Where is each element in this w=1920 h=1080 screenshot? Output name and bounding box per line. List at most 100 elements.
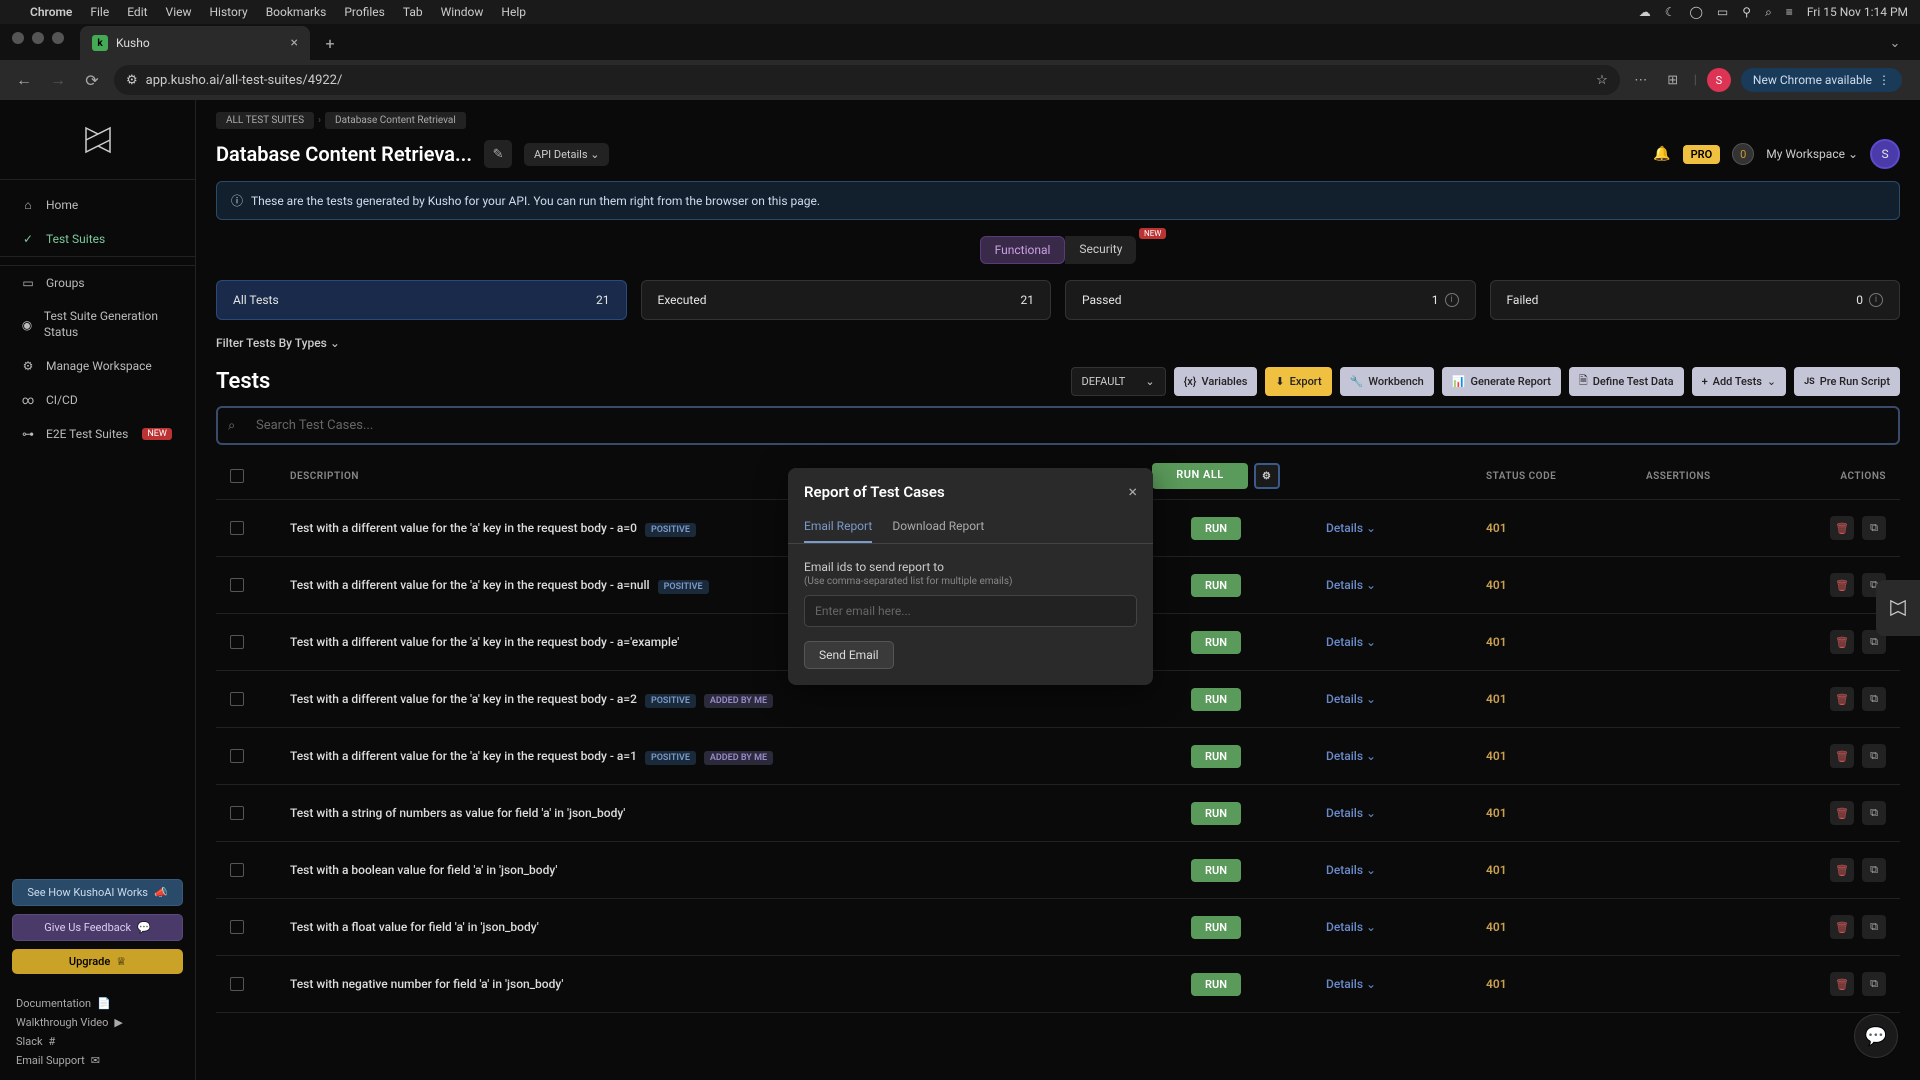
run-button[interactable]: RUN — [1191, 574, 1241, 597]
tab-overflow-icon[interactable]: ⌄ — [1880, 29, 1910, 57]
run-button[interactable]: RUN — [1191, 631, 1241, 654]
details-link[interactable]: Details ⌄ — [1326, 749, 1376, 763]
run-settings-button[interactable]: ⚙ — [1254, 463, 1280, 489]
copy-button[interactable]: ⧉ — [1862, 516, 1886, 540]
email-input[interactable] — [804, 595, 1137, 627]
sidebar-item-manage-workspace[interactable]: ⚙Manage Workspace — [0, 349, 195, 383]
delete-button[interactable]: 🗑 — [1830, 858, 1854, 882]
details-link[interactable]: Details ⌄ — [1326, 806, 1376, 820]
control-center-icon[interactable]: ≡ — [1786, 5, 1793, 19]
footer-video[interactable]: Walkthrough Video ▶ — [16, 1013, 179, 1032]
row-checkbox[interactable] — [230, 806, 244, 820]
menu-window[interactable]: Window — [441, 5, 484, 19]
row-checkbox[interactable] — [230, 863, 244, 877]
reload-button[interactable]: ⟳ — [80, 68, 104, 92]
stat-executed[interactable]: Executed21 — [641, 280, 1052, 320]
intercom-chat-button[interactable]: 💬 — [1854, 1014, 1898, 1058]
extensions-icon[interactable]: ⊞ — [1662, 69, 1684, 91]
details-link[interactable]: Details ⌄ — [1326, 920, 1376, 934]
send-email-button[interactable]: Send Email — [804, 641, 894, 669]
bell-icon[interactable]: 🔔 — [1653, 146, 1670, 162]
profile-avatar[interactable]: S — [1707, 68, 1731, 92]
row-checkbox[interactable] — [230, 692, 244, 706]
modal-tab-email[interactable]: Email Report — [804, 511, 872, 543]
promo-upgrade[interactable]: Upgrade♕ — [12, 949, 183, 974]
run-button[interactable]: RUN — [1191, 916, 1241, 939]
copy-button[interactable]: ⧉ — [1862, 915, 1886, 939]
sidebar-item-generation-status[interactable]: ◉Test Suite Generation Status — [0, 300, 195, 349]
delete-button[interactable]: 🗑 — [1830, 915, 1854, 939]
define-test-data-button[interactable]: 🗎Define Test Data — [1569, 367, 1684, 396]
generate-report-button[interactable]: 📊Generate Report — [1442, 367, 1561, 396]
sidebar-item-groups[interactable]: ▭Groups — [0, 266, 195, 300]
row-checkbox[interactable] — [230, 635, 244, 649]
bookmark-star-icon[interactable]: ☆ — [1596, 73, 1608, 88]
cloud-icon[interactable]: ☁ — [1639, 5, 1651, 19]
delete-button[interactable]: 🗑 — [1830, 972, 1854, 996]
sidebar-item-e2e[interactable]: ⊶E2E Test SuitesNEW — [0, 417, 195, 451]
modal-tab-download[interactable]: Download Report — [892, 511, 984, 543]
details-link[interactable]: Details ⌄ — [1326, 521, 1376, 535]
copy-button[interactable]: ⧉ — [1862, 744, 1886, 768]
address-bar[interactable]: ⚙ app.kusho.ai/all-test-suites/4922/ ☆ — [114, 65, 1620, 95]
row-checkbox[interactable] — [230, 521, 244, 535]
info-icon[interactable]: i — [1445, 293, 1459, 307]
run-button[interactable]: RUN — [1191, 973, 1241, 996]
workbench-button[interactable]: 🔧Workbench — [1340, 367, 1434, 396]
details-link[interactable]: Details ⌄ — [1326, 977, 1376, 991]
run-button[interactable]: RUN — [1191, 745, 1241, 768]
api-details-button[interactable]: API Details ⌄ — [524, 143, 609, 166]
promo-feedback[interactable]: Give Us Feedback💬 — [12, 914, 183, 941]
pre-run-script-button[interactable]: JSPre Run Script — [1794, 367, 1900, 396]
run-button[interactable]: RUN — [1191, 517, 1241, 540]
credits-badge[interactable]: 0 — [1732, 143, 1754, 165]
menu-tab[interactable]: Tab — [403, 5, 423, 19]
copy-button[interactable]: ⧉ — [1862, 687, 1886, 711]
tab-functional[interactable]: Functional — [980, 236, 1066, 264]
close-tab-icon[interactable]: × — [291, 35, 298, 51]
moon-icon[interactable]: ☾ — [1665, 5, 1676, 19]
back-button[interactable]: ← — [12, 68, 36, 92]
variables-button[interactable]: {x}Variables — [1174, 367, 1258, 396]
battery-icon[interactable]: ▭ — [1717, 5, 1728, 19]
details-link[interactable]: Details ⌄ — [1326, 635, 1376, 649]
menu-help[interactable]: Help — [501, 5, 526, 19]
copy-button[interactable]: ⧉ — [1862, 801, 1886, 825]
run-button[interactable]: RUN — [1191, 688, 1241, 711]
select-all-checkbox[interactable] — [230, 469, 244, 483]
side-panel-toggle[interactable] — [1876, 580, 1920, 636]
menu-bookmarks[interactable]: Bookmarks — [266, 5, 327, 19]
edit-title-button[interactable]: ✎ — [484, 140, 512, 168]
share-icon[interactable]: ⋯ — [1630, 69, 1652, 91]
menu-profiles[interactable]: Profiles — [344, 5, 385, 19]
delete-button[interactable]: 🗑 — [1830, 801, 1854, 825]
footer-slack[interactable]: Slack # — [16, 1032, 179, 1051]
sidebar-item-home[interactable]: ⌂Home — [0, 188, 195, 222]
new-tab-button[interactable]: + — [316, 29, 344, 57]
workspace-dropdown[interactable]: My Workspace ⌄ — [1766, 147, 1858, 161]
row-checkbox[interactable] — [230, 920, 244, 934]
chrome-update-button[interactable]: New Chrome available⋮ — [1741, 68, 1902, 92]
sidebar-item-test-suites[interactable]: ✓Test Suites — [0, 222, 195, 257]
clock[interactable]: Fri 15 Nov 1:14 PM — [1807, 5, 1908, 19]
add-tests-button[interactable]: +Add Tests⌄ — [1692, 367, 1787, 396]
user-icon[interactable]: ◯ — [1689, 5, 1702, 19]
export-button[interactable]: ⬇Export — [1265, 367, 1331, 396]
tab-security[interactable]: Security NEW — [1065, 236, 1136, 264]
info-icon[interactable]: i — [1869, 293, 1883, 307]
menu-edit[interactable]: Edit — [127, 5, 147, 19]
crumb-root[interactable]: ALL TEST SUITES — [216, 112, 314, 129]
menu-file[interactable]: File — [90, 5, 109, 19]
footer-docs[interactable]: Documentation 📄 — [16, 994, 179, 1013]
search-icon[interactable]: ⌕ — [1765, 5, 1772, 20]
row-checkbox[interactable] — [230, 977, 244, 991]
details-link[interactable]: Details ⌄ — [1326, 692, 1376, 706]
promo-how-works[interactable]: See How KushoAI Works📣 — [12, 879, 183, 906]
run-button[interactable]: RUN — [1191, 859, 1241, 882]
wifi-icon[interactable]: ⚲ — [1742, 5, 1751, 19]
details-link[interactable]: Details ⌄ — [1326, 863, 1376, 877]
environment-select[interactable]: DEFAULT⌄ — [1071, 367, 1166, 396]
run-button[interactable]: RUN — [1191, 802, 1241, 825]
logo-area[interactable] — [0, 100, 195, 180]
delete-button[interactable]: 🗑 — [1830, 573, 1854, 597]
